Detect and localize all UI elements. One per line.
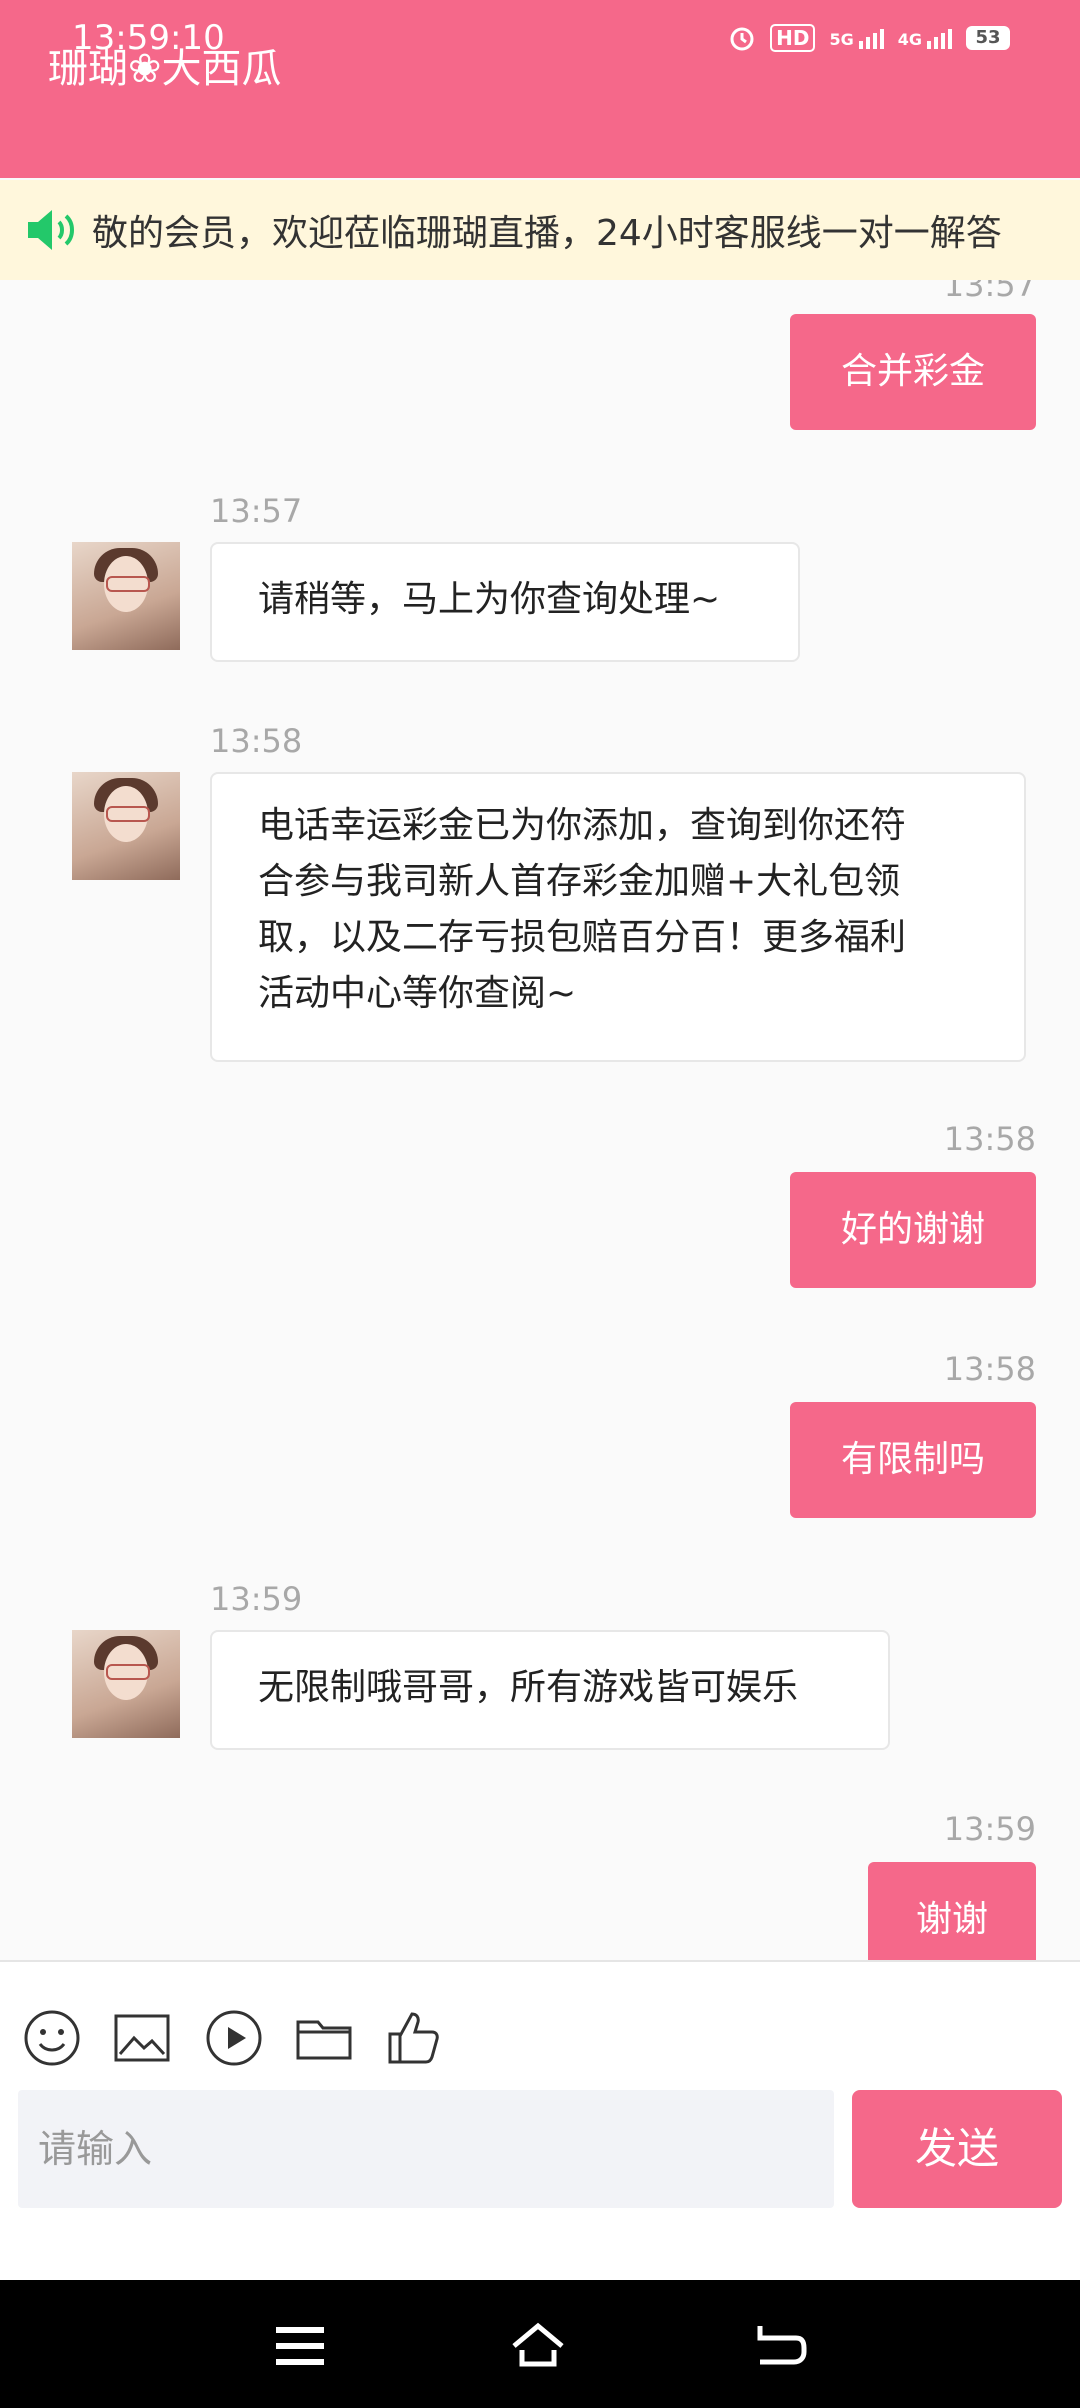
avatar[interactable] (72, 772, 180, 880)
hd-icon: HD (770, 24, 816, 52)
video-icon[interactable] (204, 2008, 264, 2068)
5g-signal-icon: 5G (829, 27, 884, 49)
message-text: 请稍等，马上为你查询处理~ (258, 579, 721, 620)
back-icon[interactable] (752, 2320, 808, 2372)
message-time: 13:58 (943, 1120, 1036, 1158)
message-time: 13:59 (210, 1580, 303, 1618)
message-text: 无限制哦哥哥，所有游戏皆可娱乐 (258, 1667, 799, 1708)
message-time: 13:58 (210, 722, 303, 760)
message-time: 13:57 (210, 492, 303, 530)
send-button[interactable]: 发送 (852, 2090, 1062, 2208)
message-bubble-outgoing[interactable]: 合并彩金 (790, 314, 1036, 430)
message-line: 取，以及二存亏损包赔百分百！更多福利 (258, 917, 907, 958)
battery-icon: 53 (966, 26, 1010, 50)
message-bubble-incoming[interactable]: 请稍等，马上为你查询处理~ (210, 542, 800, 662)
notice-bar: 敬的会员，欢迎莅临珊瑚直播，24小时客服线一对一解答 (0, 180, 1080, 280)
status-time: 13:59:10 (72, 18, 225, 58)
message-line: 合参与我司新人首存彩金加赠+大礼包领 (258, 861, 901, 902)
image-icon[interactable] (112, 2008, 172, 2068)
message-bubble-incoming[interactable]: 电话幸运彩金已为你添加，查询到你还符 合参与我司新人首存彩金加赠+大礼包领 取，… (210, 772, 1026, 1062)
app-header: 珊瑚❀大西瓜 13:59:10 HD 5G 4G 53 (0, 0, 1080, 178)
message-bubble-outgoing[interactable]: 有限制吗 (790, 1402, 1036, 1518)
notice-text: 敬的会员，欢迎莅临珊瑚直播，24小时客服线一对一解答 (92, 213, 1002, 254)
chat-area[interactable]: 13:57 合并彩金 13:57 请稍等，马上为你查询处理~ 13:58 电话幸… (0, 280, 1080, 1960)
message-time: 13:59 (943, 1810, 1036, 1848)
folder-icon[interactable] (294, 2008, 354, 2068)
message-line: 电话幸运彩金已为你添加，查询到你还符 (258, 805, 907, 846)
system-nav-bar (0, 2280, 1080, 2408)
message-bubble-incoming[interactable]: 无限制哦哥哥，所有游戏皆可娱乐 (210, 1630, 890, 1750)
message-bubble-outgoing[interactable]: 好的谢谢 (790, 1172, 1036, 1288)
menu-icon[interactable] (272, 2320, 328, 2372)
message-input[interactable]: 请输入 (18, 2090, 834, 2208)
input-toolbar: 请输入 发送 (0, 1960, 1080, 2282)
message-time: 13:58 (943, 1350, 1036, 1388)
avatar[interactable] (72, 542, 180, 650)
status-icons: HD 5G 4G 53 (728, 24, 1010, 52)
message-time: 13:57 (943, 280, 1036, 304)
avatar[interactable] (72, 1630, 180, 1738)
message-line: 活动中心等你查阅~ (258, 973, 577, 1014)
message-bubble-outgoing[interactable]: 谢谢 (868, 1862, 1036, 1960)
speaker-icon (28, 210, 74, 250)
home-icon[interactable] (510, 2320, 566, 2372)
alarm-icon (730, 27, 754, 51)
like-icon[interactable] (384, 2008, 444, 2068)
4g-signal-icon: 4G (898, 27, 952, 49)
emoji-icon[interactable] (22, 2008, 82, 2068)
